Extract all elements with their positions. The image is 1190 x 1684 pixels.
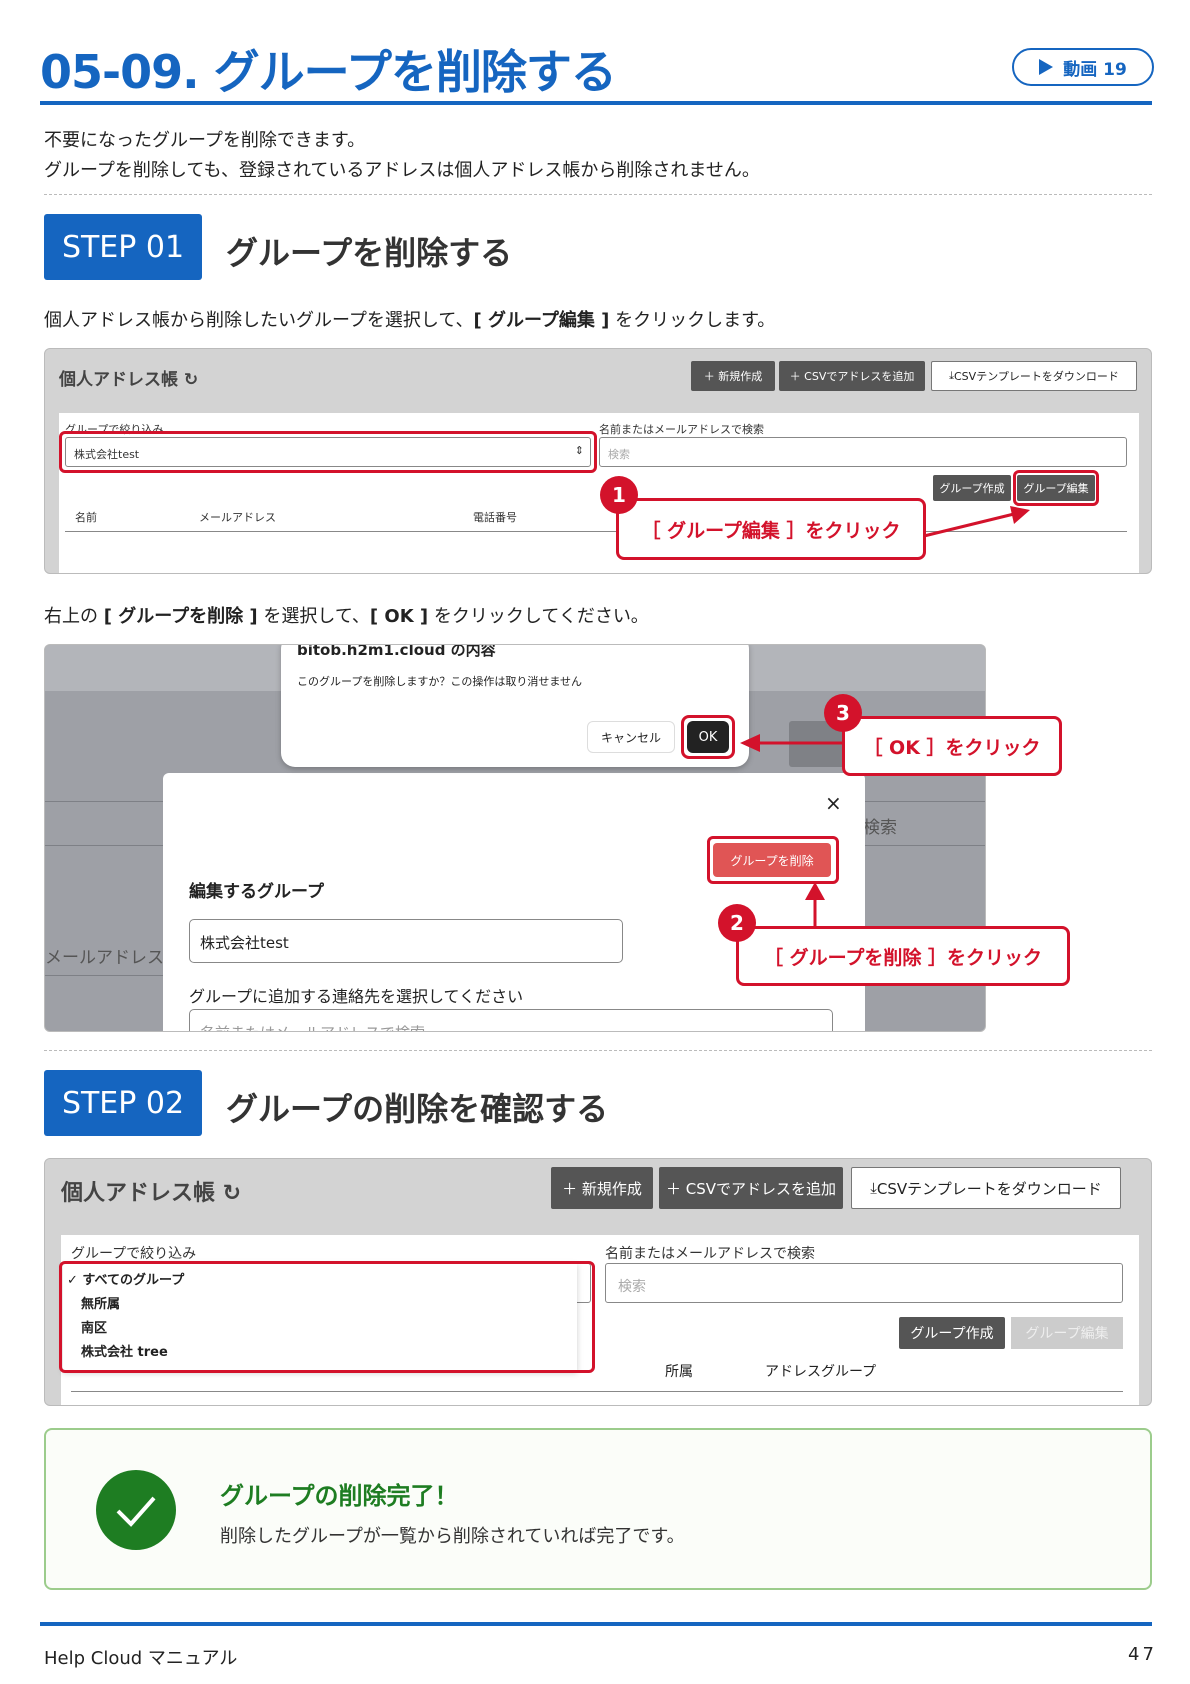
csv-add-button[interactable]: ＋ CSVでアドレスを追加 [779,361,925,391]
step-number-3: 3 [824,694,862,732]
contacts-search-input[interactable]: 名前またはメールアドレスで検索 [189,1009,833,1031]
play-icon [1039,59,1054,75]
header-divider [40,101,1152,105]
check-icon [96,1470,176,1550]
step2-title: グループの削除を確認する [226,1090,609,1128]
dialog-message: このグループを削除しますか？この操作は取り消せません [297,675,583,688]
screenshot-address-book-after: 個人アドレス帳 ↻ ＋ 新規作成 ＋ CSVでアドレスを追加 ⤓ CSVテンプレ… [44,1158,1152,1406]
address-book-heading-2: 個人アドレス帳 ↻ [61,1181,242,1206]
group-create-button[interactable]: グループ作成 [933,475,1011,501]
new-button[interactable]: ＋ 新規作成 [691,361,775,391]
search-label-2: 名前またはメールアドレスで検索 [605,1246,815,1262]
success-box [44,1428,1152,1590]
group-create-button-2[interactable]: グループ作成 [899,1317,1005,1349]
success-title: グループの削除完了！ [220,1482,459,1510]
page-number: 47 [1128,1644,1157,1665]
search-label: 名前またはメールアドレスで検索 [599,423,764,436]
highlight-filter [59,431,597,473]
download-icon-2: ⤓ [870,1179,877,1197]
section-divider-2 [44,1050,1152,1051]
col-name: 名前 [75,511,97,524]
section-divider [44,194,1152,195]
refresh-icon-2: ↻ [215,1181,242,1206]
edit-group-modal: × グループを削除 編集するグループ 株式会社test グループに追加する連絡先… [163,773,865,1031]
page-title: 05-09. グループを削除する [40,45,617,99]
csv-add-button-2[interactable]: ＋ CSVでアドレスを追加 [659,1167,843,1209]
group-edit-button-disabled[interactable]: グループ編集 [1011,1317,1123,1349]
step-title: グループを削除する [226,234,513,272]
col-email: メールアドレス [199,511,276,524]
edit-group-label: 編集するグループ [189,882,324,902]
search-input[interactable]: 検索 [599,437,1127,467]
success-message: 削除したグループが一覧から削除されていれば完了です。 [220,1526,685,1547]
intro-line-2: グループを削除しても、登録されているアドレスは個人アドレス帳から削除されません。 [44,160,760,181]
highlight-dropdown [59,1261,595,1373]
step-number-1: 1 [600,476,638,514]
csv-template-button[interactable]: ⤓ CSVテンプレートをダウンロード [931,361,1137,391]
intro-text: 不要になったグループを削除できます。 グループを削除しても、登録されているアドレ… [44,126,760,186]
intro-line-1: 不要になったグループを削除できます。 [44,130,366,151]
csv-template-button-2[interactable]: ⤓ CSVテンプレートをダウンロード [851,1167,1121,1209]
new-button-2[interactable]: ＋ 新規作成 [551,1167,653,1209]
highlight-delete-group [707,836,839,884]
arrow-to-ok [740,734,844,752]
group-name-input[interactable]: 株式会社test [189,919,623,963]
footer-manual-name: Help Cloud マニュアル [44,1648,238,1669]
callout-delete-group: ［ グループを削除 ］をクリック [736,926,1070,986]
confirm-dialog: bitob.h2m1.cloud の内容 このグループを削除しますか？この操作は… [281,644,749,767]
video-link-button[interactable]: 動画 19 [1012,48,1154,86]
bg-email-header: メールアドレス [45,948,164,968]
table-header-line-2 [71,1391,1123,1392]
dialog-cancel-button[interactable]: キャンセル [587,721,675,753]
highlight-ok [681,715,735,759]
step1-instruction: 個人アドレス帳から削除したいグループを選択して、[ グループ編集 ] をクリック… [44,310,776,331]
search-input-2[interactable]: 検索 [605,1263,1123,1303]
arrow-to-delete-group [805,882,825,928]
callout-group-edit: ［ グループ編集 ］をクリック [616,498,926,560]
bg-search-label: 検索 [863,818,897,838]
step2-badge: STEP 02 [44,1070,202,1136]
address-book-heading: 個人アドレス帳 ↻ [59,370,199,390]
col-dept: 所属 [665,1364,693,1380]
close-icon[interactable]: × [825,791,842,815]
filter-label-2: グループで絞り込み [71,1246,197,1262]
address-book-panel-2: グループで絞り込み ✓ すべてのグループ 無所属 南区 株式会社 tree 名前… [59,1235,1139,1405]
step-badge: STEP 01 [44,214,202,280]
contacts-label: グループに追加する連絡先を選択してください [189,987,524,1006]
callout-ok: ［ OK ］をクリック [842,716,1062,776]
refresh-icon: ↻ [178,370,199,390]
step1-instruction-2: 右上の [ グループを削除 ] を選択して、[ OK ] をクリックしてください… [44,606,649,627]
col-phone: 電話番号 [473,511,517,524]
video-label: 動画 19 [1063,59,1127,80]
footer-divider [40,1622,1152,1626]
step-number-2: 2 [718,904,756,942]
col-address-group: アドレスグループ [765,1364,877,1380]
dialog-origin: bitob.h2m1.cloud の内容 [297,644,496,659]
arrow-to-group-edit [923,506,1030,538]
